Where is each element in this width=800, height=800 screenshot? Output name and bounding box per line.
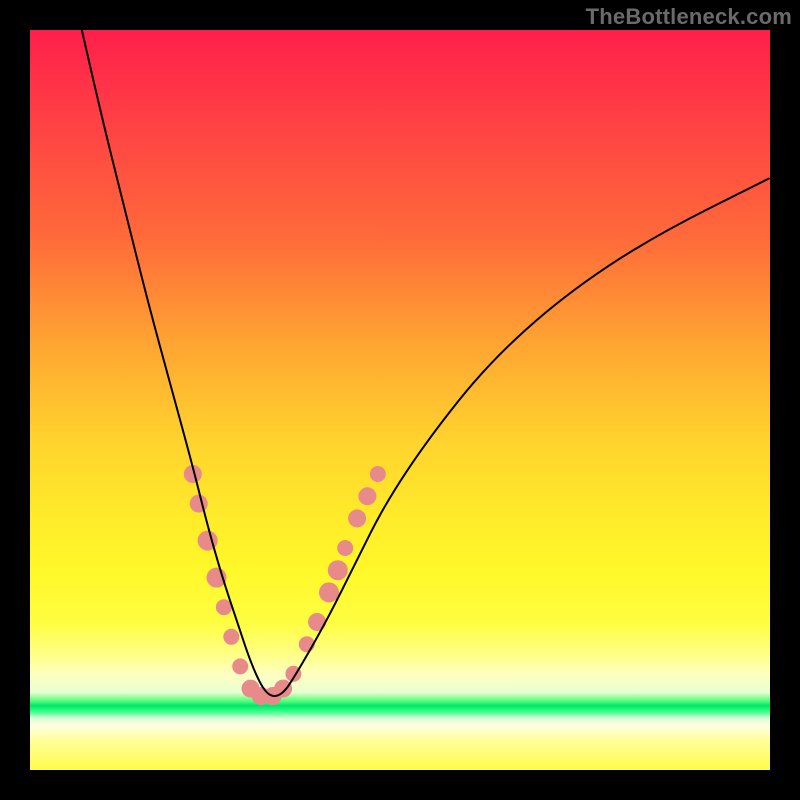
plot-area bbox=[30, 30, 770, 770]
chart-container: TheBottleneck.com bbox=[0, 0, 800, 800]
watermark-text: TheBottleneck.com bbox=[586, 4, 792, 30]
